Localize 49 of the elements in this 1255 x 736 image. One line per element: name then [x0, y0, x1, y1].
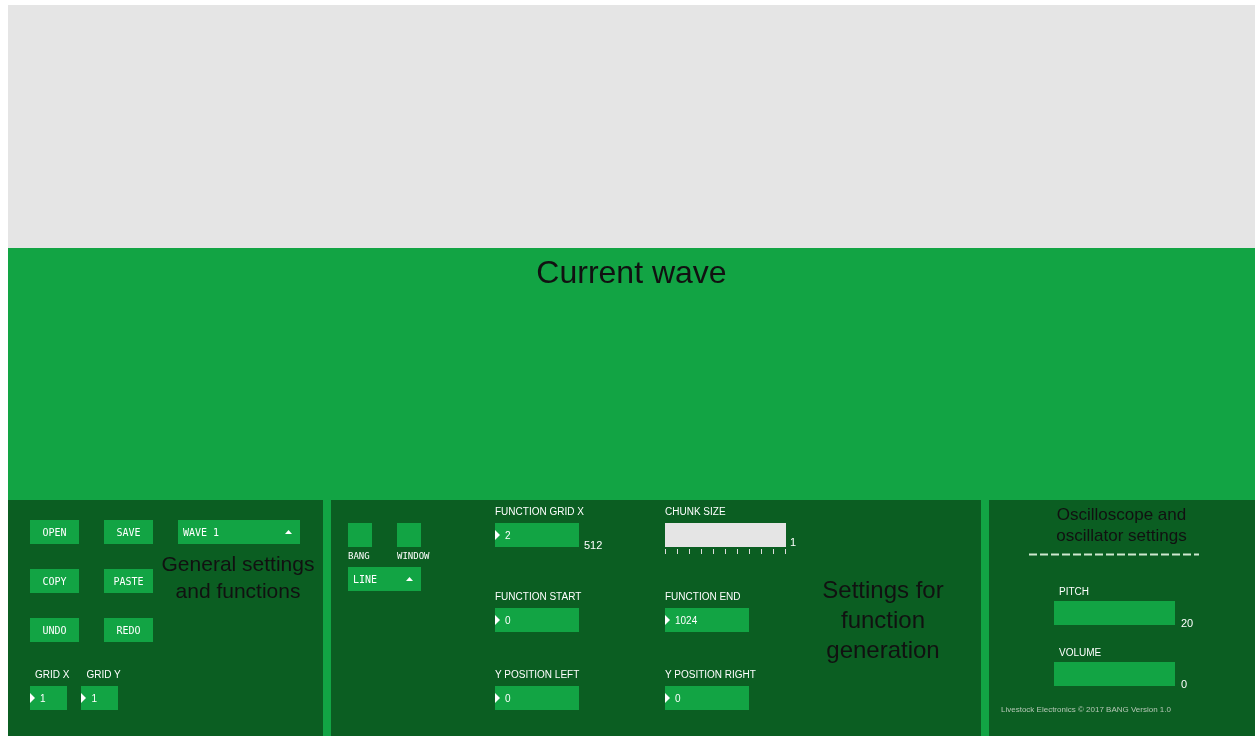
number-field[interactable]: 0	[665, 686, 749, 710]
arrow-icon	[665, 615, 670, 625]
action-button[interactable]: UNDO	[30, 618, 79, 642]
number-field[interactable]: 1	[30, 686, 67, 710]
arrow-icon	[81, 693, 87, 703]
field-label: CHUNK SIZE	[665, 506, 726, 517]
arrow-icon	[665, 693, 670, 703]
caret-icon	[406, 577, 413, 581]
action-button[interactable]: OPEN	[30, 520, 79, 544]
copyright-text: Livestock Electronics © 2017 BANG Version 1.0	[1001, 705, 1171, 714]
arrow-icon	[30, 693, 35, 703]
value-reading: 512	[584, 539, 603, 551]
field-label: FUNCTION END	[665, 591, 741, 602]
number-field[interactable]: 1	[81, 686, 119, 710]
wave-select[interactable]: WAVE 1	[178, 520, 300, 544]
slider-label: VOLUME	[1059, 647, 1102, 658]
action-button[interactable]: COPY	[30, 569, 79, 593]
number-field[interactable]: 0	[495, 686, 579, 710]
field-label: GRID X	[35, 669, 70, 680]
value-reading: 20	[1181, 617, 1194, 629]
slider-bar[interactable]	[1054, 662, 1175, 686]
mode-select[interactable]: LINE	[348, 567, 421, 591]
toggle-label: BANG	[348, 551, 370, 561]
annotation-text: Oscilloscope and oscillator settings	[1055, 504, 1188, 546]
number-field[interactable]: 0	[495, 608, 579, 632]
action-button[interactable]: SAVE	[104, 520, 153, 544]
arrow-icon	[495, 530, 500, 540]
toggle-button[interactable]	[348, 523, 372, 547]
action-button[interactable]: REDO	[104, 618, 153, 642]
slider-label: PITCH	[1059, 586, 1089, 597]
field-label: FUNCTION GRID X	[495, 506, 584, 517]
caret-icon	[285, 530, 292, 534]
value-reading: 1	[790, 536, 797, 548]
arrow-icon	[495, 615, 500, 625]
field-label: GRID Y	[86, 669, 121, 680]
field-label: Y POSITION RIGHT	[665, 669, 756, 680]
annotation-text: General settings and functions	[160, 551, 316, 604]
toggle-label: WINDOW	[397, 551, 430, 561]
arrow-icon	[495, 693, 500, 703]
annotation-text: Current wave	[536, 253, 727, 292]
field-label: Y POSITION LEFT	[495, 669, 580, 680]
annotation-text: Settings for function generation	[821, 575, 945, 665]
value-reading: 0	[1181, 678, 1188, 690]
number-field[interactable]: 1024	[665, 608, 749, 632]
number-field[interactable]: 2	[495, 523, 579, 547]
field-label: FUNCTION START	[495, 591, 582, 602]
toggle-button[interactable]	[397, 523, 421, 547]
action-button[interactable]: PASTE	[104, 569, 153, 593]
slider-bar[interactable]	[1054, 601, 1175, 625]
